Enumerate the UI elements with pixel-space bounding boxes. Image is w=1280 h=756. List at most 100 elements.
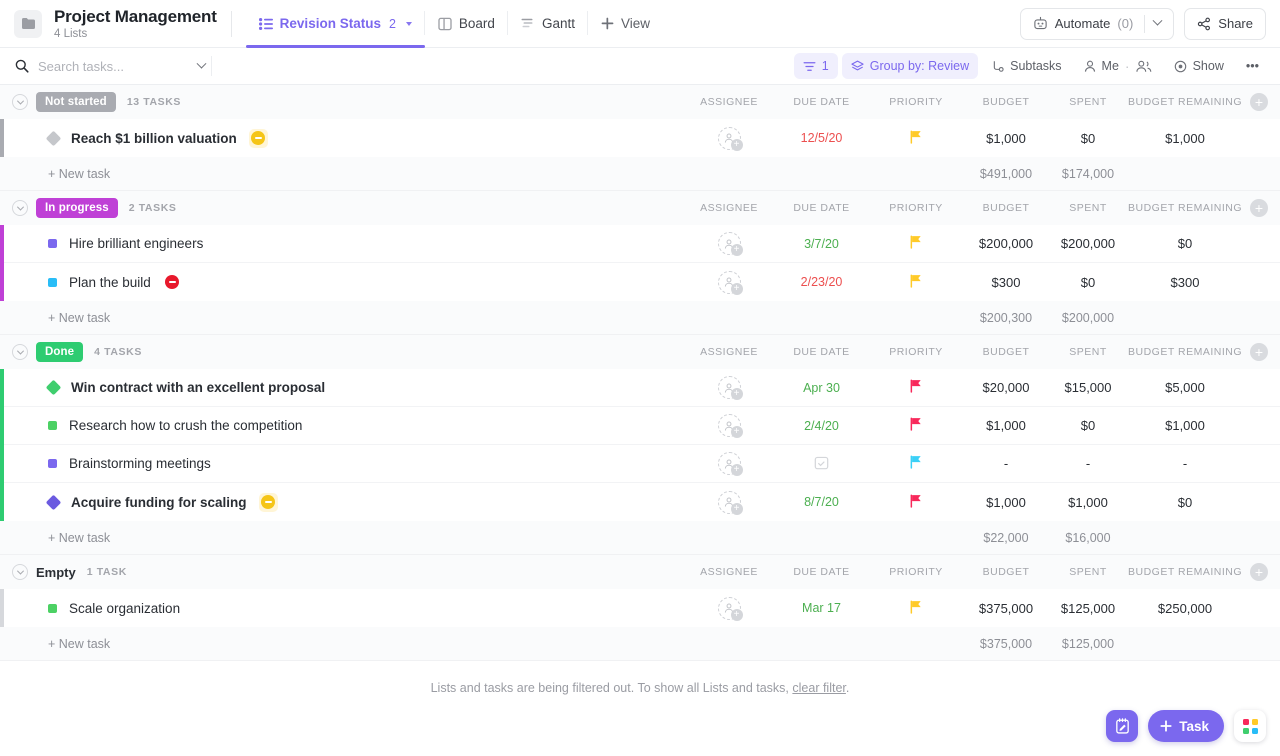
due-date-cell[interactable]: 2/23/20	[773, 275, 870, 289]
add-task-button[interactable]: Task	[1148, 710, 1224, 742]
task-status-marker-icon[interactable]	[48, 459, 57, 468]
priority-cell[interactable]	[870, 600, 962, 617]
task-name[interactable]: Brainstorming meetings	[69, 456, 211, 471]
assignee-cell[interactable]: +	[685, 126, 773, 151]
clear-filter-link[interactable]: clear filter	[792, 681, 846, 695]
new-task-label[interactable]: + New task	[0, 311, 110, 325]
column-header[interactable]: BUDGET REMAINING	[1126, 202, 1244, 214]
avatar-placeholder-icon[interactable]: +	[717, 270, 743, 295]
due-date-cell[interactable]: Mar 17	[773, 601, 870, 615]
table-row[interactable]: Hire brilliant engineers +3/7/20 $200,000 $…	[4, 225, 1280, 263]
spent-cell[interactable]: $200,000	[1050, 236, 1126, 251]
task-name-cell[interactable]: Win contract with an excellent proposal	[4, 379, 325, 396]
new-task-row[interactable]: + New task $22,000 $16,000	[0, 521, 1280, 555]
priority-cell[interactable]	[870, 130, 962, 147]
budget-cell[interactable]: $375,000	[962, 601, 1050, 616]
column-header[interactable]: ASSIGNEE	[685, 96, 773, 108]
search-box[interactable]	[0, 58, 207, 74]
tab-board[interactable]: Board	[425, 0, 508, 48]
priority-cell[interactable]	[870, 235, 962, 252]
me-filter-button[interactable]: Me ·	[1075, 53, 1161, 79]
chevron-down-icon[interactable]	[1152, 15, 1163, 26]
collapse-group-icon[interactable]	[12, 94, 28, 110]
group-status-badge[interactable]: Done	[36, 342, 84, 362]
budget-cell[interactable]: $20,000	[962, 380, 1050, 395]
budget-cell[interactable]: $300	[962, 275, 1050, 290]
column-header[interactable]: BUDGET REMAINING	[1126, 96, 1244, 108]
new-task-label[interactable]: + New task	[0, 637, 110, 651]
spent-cell[interactable]: $15,000	[1050, 380, 1126, 395]
collapse-group-icon[interactable]	[12, 200, 28, 216]
blocked-tag[interactable]	[248, 128, 268, 148]
task-name[interactable]: Scale organization	[69, 601, 180, 616]
blocked-tag[interactable]	[258, 492, 278, 512]
column-header[interactable]: DUE DATE	[773, 566, 870, 578]
add-assignee-icon[interactable]: +	[730, 426, 743, 438]
column-header[interactable]: PRIORITY	[870, 346, 962, 358]
milestone-marker-icon[interactable]	[45, 130, 62, 146]
table-row[interactable]: Reach $1 billion valuation +12/5/20 $1,000…	[4, 119, 1280, 157]
new-task-label[interactable]: + New task	[0, 167, 110, 181]
share-button[interactable]: Share	[1184, 7, 1266, 40]
spent-cell[interactable]: $125,000	[1050, 601, 1126, 616]
column-header[interactable]: DUE DATE	[773, 96, 870, 108]
budget-cell[interactable]: $1,000	[962, 418, 1050, 433]
collapse-group-icon[interactable]	[12, 344, 28, 360]
chevron-down-icon[interactable]	[196, 58, 207, 69]
task-status-marker-icon[interactable]	[48, 239, 57, 248]
task-name-cell[interactable]: Hire brilliant engineers	[4, 236, 203, 251]
budget-cell[interactable]: $200,000	[962, 236, 1050, 251]
column-header[interactable]: BUDGET	[962, 566, 1050, 578]
due-date-cell[interactable]	[773, 455, 870, 473]
spent-cell[interactable]: $0	[1050, 131, 1126, 146]
priority-cell[interactable]	[870, 494, 962, 511]
budget-cell[interactable]: $1,000	[962, 495, 1050, 510]
due-date-cell[interactable]: 12/5/20	[773, 131, 870, 145]
add-column-button[interactable]: +	[1250, 343, 1268, 361]
column-header[interactable]: BUDGET	[962, 346, 1050, 358]
avatar-placeholder-icon[interactable]: +	[717, 232, 743, 256]
avatar-placeholder-icon[interactable]: +	[717, 126, 743, 151]
table-row[interactable]: Research how to crush the competition +2/…	[4, 407, 1280, 445]
table-row[interactable]: Scale organization + Mar 17 $375,000 $125,00…	[4, 589, 1280, 627]
show-button[interactable]: Show	[1165, 53, 1233, 79]
table-row[interactable]: Plan the build +2/23/20 $300 $0 $300	[4, 263, 1280, 301]
task-status-marker-icon[interactable]	[48, 603, 57, 613]
task-name-cell[interactable]: Reach $1 billion valuation	[4, 128, 268, 148]
column-header[interactable]: SPENT	[1050, 202, 1126, 214]
column-header[interactable]: ASSIGNEE	[685, 346, 773, 358]
add-column-button[interactable]: +	[1250, 93, 1268, 111]
new-task-label[interactable]: + New task	[0, 531, 110, 545]
task-status-marker-icon[interactable]	[48, 277, 57, 287]
milestone-marker-icon[interactable]	[45, 379, 62, 396]
group-status-badge[interactable]: Empty	[36, 565, 76, 580]
assignee-cell[interactable]: +	[685, 414, 773, 438]
priority-cell[interactable]	[870, 417, 962, 434]
add-assignee-icon[interactable]: +	[730, 608, 743, 621]
blocked-tag[interactable]	[162, 272, 182, 292]
column-header[interactable]: DUE DATE	[773, 346, 870, 358]
add-assignee-icon[interactable]: +	[730, 388, 743, 400]
priority-cell[interactable]	[870, 274, 962, 291]
new-task-row[interactable]: + New task $491,000 $174,000	[0, 157, 1280, 191]
column-header[interactable]: SPENT	[1050, 96, 1126, 108]
automate-button[interactable]: Automate (0)	[1019, 7, 1175, 40]
due-date-cell[interactable]: 3/7/20	[773, 237, 870, 251]
spent-cell[interactable]: -	[1050, 456, 1126, 471]
task-name[interactable]: Research how to crush the competition	[69, 418, 302, 433]
milestone-marker-icon[interactable]	[45, 494, 62, 510]
priority-cell[interactable]	[870, 455, 962, 472]
apps-button[interactable]	[1234, 710, 1266, 742]
task-status-marker-icon[interactable]	[48, 421, 57, 430]
add-assignee-icon[interactable]: +	[730, 282, 743, 295]
add-column-button[interactable]: +	[1250, 199, 1268, 217]
due-date-cell[interactable]: Apr 30	[773, 381, 870, 395]
table-row[interactable]: Acquire funding for scaling +8/7/20 $1,000…	[4, 483, 1280, 521]
assignee-cell[interactable]: +	[685, 596, 773, 621]
notepad-button[interactable]	[1106, 710, 1139, 742]
avatar-placeholder-icon[interactable]: +	[717, 452, 743, 476]
task-name[interactable]: Acquire funding for scaling	[71, 495, 247, 510]
group-by-button[interactable]: Group by: Review	[841, 53, 979, 79]
add-column-button[interactable]: +	[1250, 563, 1268, 581]
column-header[interactable]: PRIORITY	[870, 96, 962, 108]
